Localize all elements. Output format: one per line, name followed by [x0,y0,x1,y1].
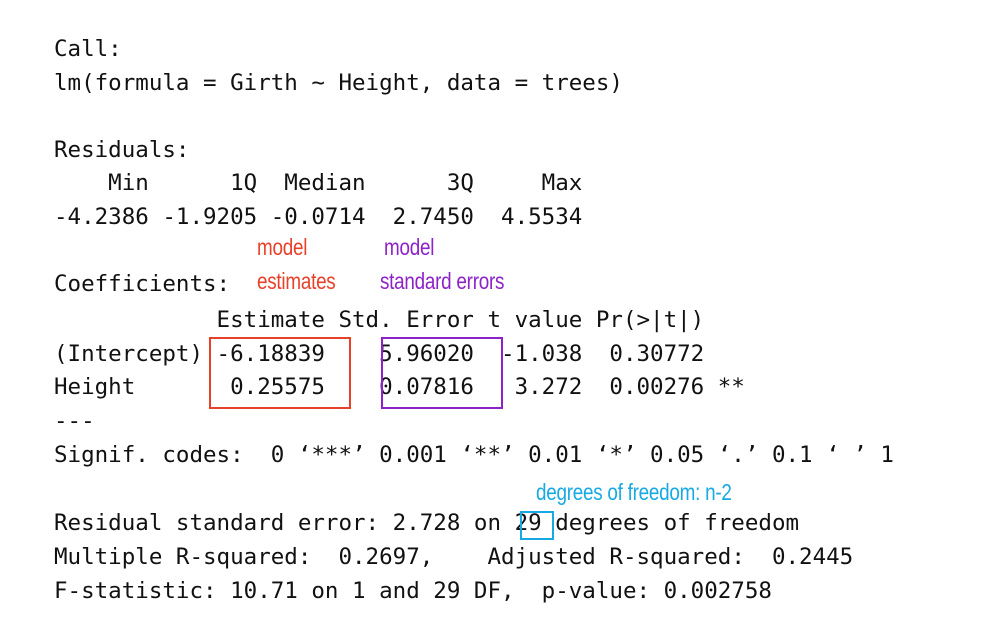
estimates-annotation-line2: estimates [257,268,336,294]
degrees-of-freedom-highlight-box [520,511,554,540]
residual-standard-error: Residual standard error: 2.728 on 29 deg… [54,510,800,536]
standard-errors-annotation-line1: model [384,234,435,260]
standard-errors-highlight-box [381,337,503,409]
signif-codes: Signif. codes: 0 ‘***’ 0.001 ‘**’ 0.01 ‘… [54,442,894,468]
degrees-of-freedom-annotation: degrees of freedom: n-2 [536,479,732,505]
separator-line: --- [54,408,95,434]
call-label: Call: [54,36,122,62]
estimates-highlight-box [209,337,351,409]
annotated-regression-output: Call: lm(formula = Girth ~ Height, data … [0,0,992,642]
residuals-label: Residuals: [54,137,190,163]
standard-errors-annotation-line2: standard errors [380,268,505,294]
coefficients-row-intercept: (Intercept) -6.18839 5.96020 -1.038 0.30… [54,341,705,367]
residuals-values: -4.2386 -1.9205 -0.0714 2.7450 4.5534 [54,204,596,230]
coefficients-header: Estimate Std. Error t value Pr(>|t|) [54,307,705,333]
residuals-header: Min 1Q Median 3Q Max [54,170,596,196]
r-squared-line: Multiple R-squared: 0.2697, Adjusted R-s… [54,544,867,570]
call-formula: lm(formula = Girth ~ Height, data = tree… [54,70,623,96]
f-statistic-line: F-statistic: 10.71 on 1 and 29 DF, p-val… [54,578,772,604]
coefficients-label: Coefficients: [54,271,231,297]
estimates-annotation-line1: model [257,234,308,260]
